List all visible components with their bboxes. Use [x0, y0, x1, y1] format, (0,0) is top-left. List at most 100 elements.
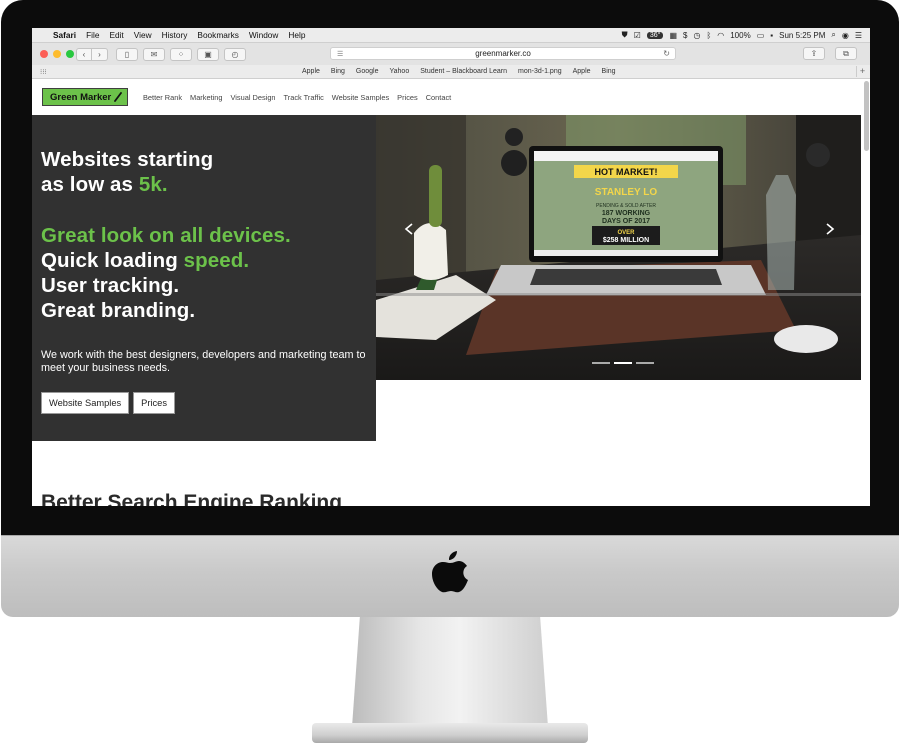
hero-line-1: Websites starting — [41, 148, 214, 171]
marker-pen-icon — [114, 92, 123, 102]
new-tab-plus-icon[interactable]: + — [856, 66, 868, 77]
laptop-headline: HOT MARKET! — [595, 167, 658, 177]
clock[interactable]: Sun 5:25 PM — [779, 31, 825, 40]
sidebar-toggle-icon[interactable]: ▯ — [116, 47, 138, 61]
menu-bookmarks[interactable]: Bookmarks — [192, 30, 244, 40]
carousel-indicator[interactable] — [636, 362, 654, 364]
site-nav: Better Rank Marketing Visual Design Trac… — [143, 93, 451, 102]
imac-screen: Safari File Edit View History Bookmarks … — [32, 28, 870, 506]
address-bar[interactable]: ☰ greenmarker.co ↻ — [330, 47, 676, 60]
hero-price-highlight: 5k. — [138, 173, 168, 196]
history-navigation: ‹ › — [76, 47, 108, 61]
website-samples-button[interactable]: Website Samples — [41, 392, 130, 414]
laptop-amount: $258 MILLION — [603, 237, 649, 244]
hero-panel: Websites starting as low as 5k. Great lo… — [32, 115, 376, 441]
nav-visual-design[interactable]: Visual Design — [230, 93, 275, 102]
laptop-stat-3: DAYS OF 2017 — [602, 218, 650, 225]
reload-icon[interactable]: ↻ — [663, 49, 670, 58]
hero-paragraph: We work with the best designers, develop… — [41, 349, 366, 374]
close-window-button[interactable] — [40, 50, 48, 58]
hero-buttons: Website Samples Prices — [41, 392, 176, 414]
imac-stand — [352, 617, 548, 727]
battery-percent[interactable]: 100% — [730, 31, 750, 40]
favorite-link[interactable]: Bing — [331, 68, 345, 75]
nav-prices[interactable]: Prices — [397, 93, 418, 102]
wifi-icon[interactable]: ◠ — [717, 31, 724, 40]
desk-laptop-photo: HOT MARKET! STANLEY LO PENDING & SOLD AF… — [376, 115, 861, 380]
section-heading: Better Search Engine Ranking — [41, 491, 343, 506]
share-icon[interactable]: ⇪ — [803, 47, 825, 60]
grid-icon[interactable]: ⁘ — [170, 47, 192, 61]
site-logo[interactable]: Green Marker — [42, 88, 128, 106]
favorite-link[interactable]: Student – Blackboard Learn — [420, 68, 507, 75]
hero-line-6: Great branding. — [41, 299, 196, 322]
hero-line-2: as low as 5k. — [41, 172, 168, 197]
bluetooth-icon[interactable]: ᛒ — [706, 31, 711, 40]
history-clock-icon[interactable]: ◴ — [224, 47, 246, 61]
nav-marketing[interactable]: Marketing — [190, 93, 222, 102]
menu-help[interactable]: Help — [283, 30, 310, 40]
toolbar-right: ⇪ ⧉ — [803, 47, 862, 60]
zoom-window-button[interactable] — [66, 50, 74, 58]
time-machine-icon[interactable]: ◷ — [693, 31, 700, 40]
hero-line-4: Quick loading speed. — [41, 248, 249, 273]
check-badge-icon[interactable]: ☑ — [634, 31, 641, 40]
url-text: greenmarker.co — [475, 49, 531, 58]
macos-menu-bar: Safari File Edit View History Bookmarks … — [32, 28, 870, 43]
menu-view[interactable]: View — [129, 30, 157, 40]
safari-toolbar: ‹ › ▯ ✉ ⁘ ▣ ◴ ☰ greenmarker.co ↻ ⇪ ⧉ — [32, 43, 870, 65]
apple-logo-icon — [432, 551, 468, 593]
favorite-link[interactable]: Apple — [302, 68, 320, 75]
site-header: Green Marker Better Rank Marketing Visua… — [32, 79, 861, 115]
screenshot-icon[interactable]: ▣ — [197, 47, 219, 61]
tabs-overview-icon[interactable]: ⧉ — [835, 47, 857, 60]
nav-contact[interactable]: Contact — [426, 93, 451, 102]
menu-edit[interactable]: Edit — [104, 30, 128, 40]
mail-icon[interactable]: ✉ — [143, 47, 165, 61]
spotlight-search-icon[interactable]: ⌕ — [831, 30, 835, 40]
logo-text: Green Marker — [50, 91, 112, 103]
nav-website-samples[interactable]: Website Samples — [332, 93, 389, 102]
favorites-bar: ⁝⁝⁝ Apple Bing Google Yahoo Student – Bl… — [32, 65, 870, 79]
menu-file[interactable]: File — [81, 30, 104, 40]
notification-center-icon[interactable]: ☰ — [855, 31, 862, 40]
imac-mockup: Safari File Edit View History Bookmarks … — [0, 0, 900, 744]
battery-icon[interactable]: ▭ — [757, 31, 765, 40]
dollar-icon[interactable]: $ — [683, 31, 687, 40]
weather-temperature[interactable]: 36° — [646, 31, 664, 39]
app-menu[interactable]: Safari — [48, 30, 81, 40]
hero-line-4-text: Quick loading — [41, 249, 184, 272]
favorites-list: Apple Bing Google Yahoo Student – Blackb… — [302, 68, 616, 75]
window-controls — [32, 50, 76, 58]
favorite-link[interactable]: mon-3d-1.png — [518, 68, 562, 75]
shield-icon[interactable]: ⛊ — [622, 30, 628, 40]
laptop-name: STANLEY LO — [595, 187, 658, 198]
nav-better-rank[interactable]: Better Rank — [143, 93, 182, 102]
flag-icon[interactable]: ▪ — [770, 31, 773, 40]
forward-button[interactable]: › — [92, 47, 108, 61]
prices-button[interactable]: Prices — [133, 392, 176, 414]
favorite-link[interactable]: Bing — [602, 68, 616, 75]
imac-stand-base — [312, 723, 588, 743]
hero-line-3: Great look on all devices. — [41, 224, 291, 247]
hero-speed-highlight: speed. — [183, 249, 250, 272]
carousel-indicator[interactable] — [592, 362, 610, 364]
laptop-stat-2: 187 WORKING — [602, 210, 651, 217]
status-area: ⛊ ☑ 36° ▦ $ ◷ ᛒ ◠ 100% ▭ ▪ Sun 5:25 PM ⌕… — [622, 30, 870, 40]
carousel-prev-icon[interactable] — [404, 223, 414, 235]
carousel-next-icon[interactable] — [825, 223, 835, 235]
page-scrollbar[interactable] — [864, 81, 869, 151]
calendar-icon[interactable]: ▦ — [669, 31, 677, 40]
reader-view-icon[interactable]: ☰ — [337, 50, 343, 58]
carousel-indicator-active[interactable] — [614, 362, 632, 364]
back-button[interactable]: ‹ — [76, 47, 92, 61]
menu-history[interactable]: History — [157, 30, 193, 40]
minimize-window-button[interactable] — [53, 50, 61, 58]
siri-icon[interactable]: ◉ — [842, 31, 849, 40]
favorite-link[interactable]: Apple — [573, 68, 591, 75]
favorites-grid-icon[interactable]: ⁝⁝⁝ — [32, 68, 54, 76]
nav-track-traffic[interactable]: Track Traffic — [284, 93, 324, 102]
favorite-link[interactable]: Google — [356, 68, 379, 75]
menu-window[interactable]: Window — [244, 30, 284, 40]
favorite-link[interactable]: Yahoo — [390, 68, 410, 75]
